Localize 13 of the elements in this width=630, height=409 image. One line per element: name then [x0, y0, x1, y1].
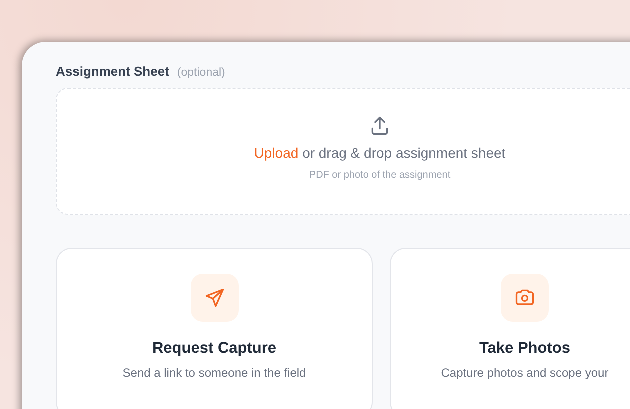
section-title: Assignment Sheet: [56, 64, 170, 79]
card-description: Send a link to someone in the field: [122, 366, 306, 380]
upload-dropzone[interactable]: Upload or drag & drop assignment sheet PDF or photo of the assignment: [56, 88, 630, 215]
card-title: Take Photos: [479, 340, 570, 358]
file-type-note: PDF or photo of the assignment: [309, 170, 451, 181]
upload-icon: [369, 115, 391, 137]
drop-instruction: or drag & drop assignment sheet: [302, 145, 506, 161]
card-description: Capture photos and scope your: [441, 366, 609, 380]
option-card[interactable]: Request Capture Send a link to someone in the field: [56, 248, 373, 409]
optional-hint: (optional): [177, 67, 226, 79]
option-card[interactable]: Take Photos Capture photos and scope your: [390, 248, 630, 409]
card-title: Request Capture: [152, 340, 277, 358]
paper-plane-icon: [204, 287, 226, 309]
